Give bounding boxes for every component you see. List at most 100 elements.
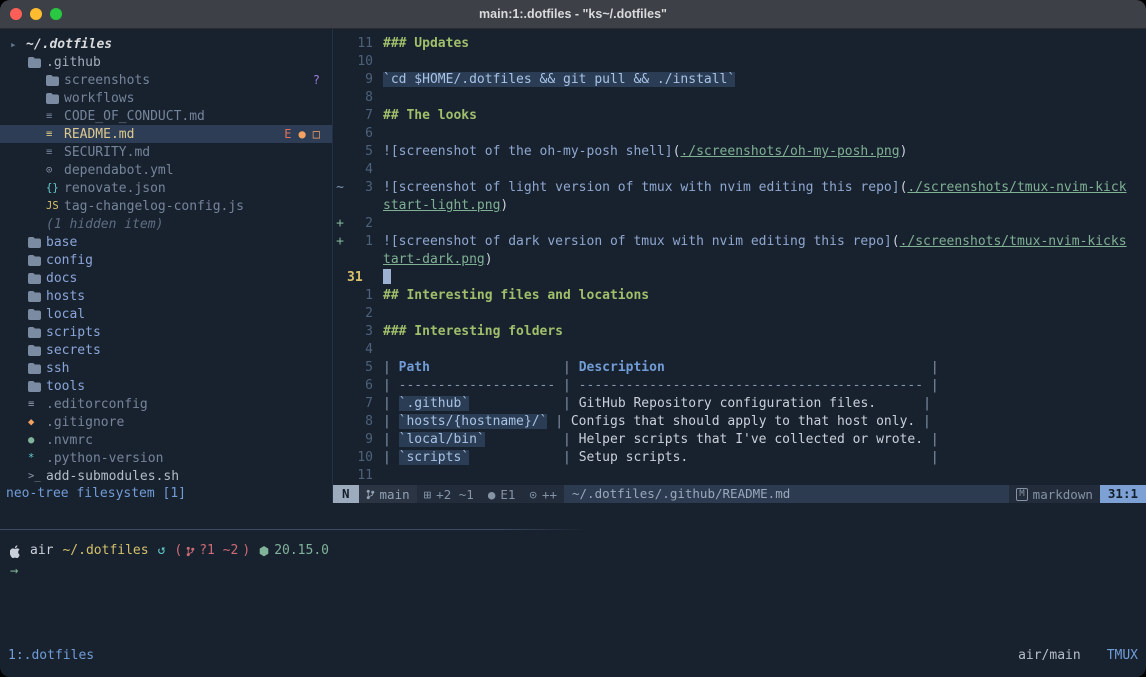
editor-line[interactable]: 7 ## The looks	[333, 107, 1146, 125]
line-text[interactable]: | -------------------- | ---------------…	[373, 377, 939, 395]
editor-line[interactable]: 9 `cd $HOME/.dotfiles && git pull && ./i…	[333, 71, 1146, 89]
folder-icon	[28, 381, 41, 392]
editor-line[interactable]: ~ 3 ![screenshot of light version of tmu…	[333, 179, 1146, 197]
editor-line[interactable]: 9 | `local/bin` | Helper scripts that I'…	[333, 431, 1146, 449]
tmux-window-label[interactable]: 1:.dotfiles	[8, 648, 94, 663]
editor-line[interactable]: 7 | `.github` | GitHub Repository config…	[333, 395, 1146, 413]
tree-item[interactable]: local	[0, 305, 332, 323]
tree-item[interactable]: docs	[0, 269, 332, 287]
line-text[interactable]: | Path | Description |	[373, 359, 939, 377]
line-text[interactable]: ![screenshot of dark version of tmux wit…	[373, 233, 1127, 251]
tree-item[interactable]: * .python-version	[0, 449, 332, 467]
shell-input-line[interactable]: →	[0, 560, 1146, 580]
tree-item[interactable]: ≡ .editorconfig	[0, 395, 332, 413]
line-text[interactable]	[373, 125, 383, 143]
line-text[interactable]: ### Updates	[373, 35, 469, 53]
line-text[interactable]: ## Interesting files and locations	[373, 287, 649, 305]
line-text[interactable]: ![screenshot of the oh-my-posh shell](./…	[373, 143, 907, 161]
editor-line[interactable]: 4	[333, 161, 1146, 179]
editor-line[interactable]: start-light.png)	[333, 197, 1146, 215]
neo-tree-sidebar[interactable]: ▸ ~/.dotfiles .github screenshots ? work…	[0, 29, 332, 503]
code-segment: Configs that should apply to that host o…	[571, 414, 915, 429]
line-text[interactable]	[373, 89, 383, 107]
tree-item[interactable]: base	[0, 233, 332, 251]
editor-line[interactable]: tart-dark.png)	[333, 251, 1146, 269]
item-icon: >_	[28, 470, 46, 482]
code-segment: ![screenshot of dark version of tmux wit…	[383, 234, 892, 249]
editor-line[interactable]: 5 ![screenshot of the oh-my-posh shell](…	[333, 143, 1146, 161]
line-text[interactable]	[373, 53, 383, 71]
close-button[interactable]	[10, 8, 22, 20]
editor-line[interactable]: 2	[333, 305, 1146, 323]
item-icon: ≡	[46, 146, 64, 158]
editor-line[interactable]: 8	[333, 89, 1146, 107]
tree-item[interactable]: screenshots ?	[0, 71, 332, 89]
line-number: 9	[347, 71, 373, 89]
editor-pane[interactable]: 11 ### Updates 10 9 `cd $HOME/.dotfiles …	[332, 29, 1146, 503]
line-text[interactable]: | `scripts` | Setup scripts. |	[373, 449, 939, 467]
tree-item[interactable]: ≡ README.md E●□	[0, 125, 332, 143]
line-text[interactable]: | `local/bin` | Helper scripts that I've…	[373, 431, 939, 449]
tree-item[interactable]: .github	[0, 53, 332, 71]
tree-item[interactable]: JS tag-changelog-config.js	[0, 197, 332, 215]
code-segment: |	[915, 414, 931, 429]
editor-line[interactable]: 11	[333, 467, 1146, 485]
editor-line[interactable]: 1 ## Interesting files and locations	[333, 287, 1146, 305]
tree-item[interactable]: (1 hidden item)	[0, 215, 332, 233]
line-text[interactable]	[373, 341, 383, 359]
zoom-button[interactable]	[50, 8, 62, 20]
line-text[interactable]: ## The looks	[373, 107, 477, 125]
editor-line[interactable]: 11 ### Updates	[333, 35, 1146, 53]
editor-line[interactable]: 8 | `hosts/{hostname}/` | Configs that s…	[333, 413, 1146, 431]
git-status-counts: ?1 ~2	[199, 542, 238, 560]
gutter-sign	[333, 467, 347, 485]
tree-item[interactable]: ◆ .gitignore	[0, 413, 332, 431]
editor-line[interactable]: 31	[333, 269, 1146, 287]
titlebar[interactable]: main:1:.dotfiles - "ks~/.dotfiles"	[0, 0, 1146, 29]
tree-item[interactable]: {} renovate.json	[0, 179, 332, 197]
editor-line[interactable]: 10 | `scripts` | Setup scripts. |	[333, 449, 1146, 467]
tree-item[interactable]: ≡ SECURITY.md	[0, 143, 332, 161]
tree-item[interactable]: ⊙ dependabot.yml	[0, 161, 332, 179]
line-text[interactable]	[373, 215, 383, 233]
tree-item[interactable]: ● .nvmrc	[0, 431, 332, 449]
code-segment: ./screenshots/tmux-nvim-kicks	[900, 234, 1127, 249]
line-text[interactable]	[373, 305, 383, 323]
line-text[interactable]: start-light.png)	[373, 197, 508, 215]
line-text[interactable]: | `.github` | GitHub Repository configur…	[373, 395, 931, 413]
editor-line[interactable]: 10	[333, 53, 1146, 71]
line-text[interactable]: `cd $HOME/.dotfiles && git pull && ./ins…	[373, 71, 735, 89]
line-number: 3	[347, 323, 373, 341]
tree-item[interactable]: hosts	[0, 287, 332, 305]
line-text[interactable]: ![screenshot of light version of tmux wi…	[373, 179, 1127, 197]
tree-item[interactable]: ≡ CODE_OF_CONDUCT.md	[0, 107, 332, 125]
editor-line[interactable]: 5 | Path | Description |	[333, 359, 1146, 377]
editor-line[interactable]: 6	[333, 125, 1146, 143]
line-text[interactable]: ### Interesting folders	[373, 323, 563, 341]
item-label: hosts	[46, 289, 85, 304]
line-text[interactable]: | `hosts/{hostname}/` | Configs that sho…	[373, 413, 931, 431]
minimize-button[interactable]	[30, 8, 42, 20]
tree-item[interactable]: tools	[0, 377, 332, 395]
editor-line[interactable]: 4	[333, 341, 1146, 359]
tree-item[interactable]: config	[0, 251, 332, 269]
editor-line[interactable]: 3 ### Interesting folders	[333, 323, 1146, 341]
editor-line[interactable]: 6 | -------------------- | -------------…	[333, 377, 1146, 395]
expander-icon[interactable]: ▸	[10, 38, 26, 51]
line-text[interactable]	[373, 269, 391, 287]
prompt-git-status: ( ?1 ~2 )	[174, 542, 250, 560]
line-text[interactable]	[373, 467, 383, 485]
tree-item[interactable]: ▸ ~/.dotfiles	[0, 35, 332, 53]
gutter-sign	[333, 431, 347, 449]
line-text[interactable]	[373, 161, 383, 179]
tree-item[interactable]: >_ add-submodules.sh	[0, 467, 332, 485]
tree-item[interactable]: scripts	[0, 323, 332, 341]
editor-line[interactable]: + 1 ![screenshot of dark version of tmux…	[333, 233, 1146, 251]
item-label: local	[46, 307, 85, 322]
tree-item[interactable]: workflows	[0, 89, 332, 107]
editor-line[interactable]: + 2	[333, 215, 1146, 233]
line-text[interactable]: tart-dark.png)	[373, 251, 493, 269]
tree-item[interactable]: secrets	[0, 341, 332, 359]
file-path: ~/.dotfiles/.github/README.md	[564, 485, 1009, 503]
tree-item[interactable]: ssh	[0, 359, 332, 377]
